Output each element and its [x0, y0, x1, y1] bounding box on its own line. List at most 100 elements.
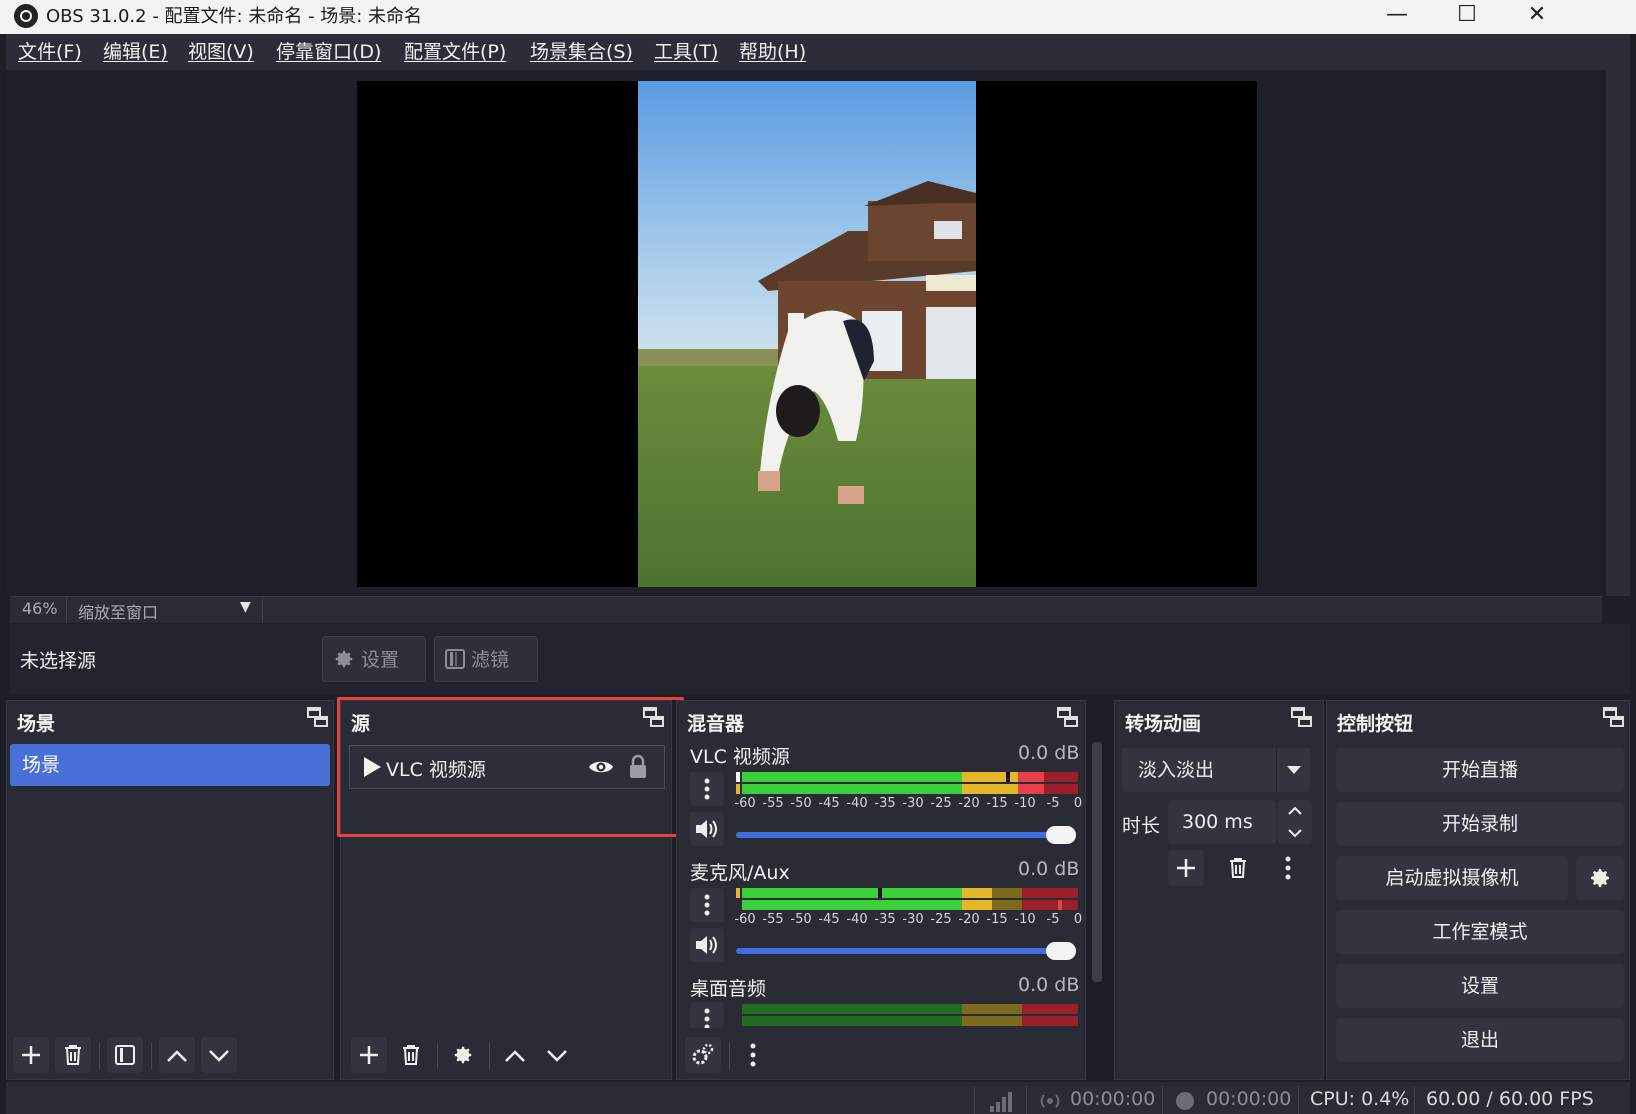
mixer-scrollbar[interactable]: [1092, 742, 1102, 982]
meter-scale: -60 -55 -50 -45 -40 -35 -30 -25 -20 -15 -10 -5 0: [733, 912, 1083, 930]
scenes-title: 场景: [17, 713, 56, 735]
menu-help[interactable]: 帮助(H): [739, 40, 806, 64]
volume-slider[interactable]: [736, 948, 1076, 954]
mixer-menu-button[interactable]: [735, 1037, 771, 1073]
meter-tick-label: -5: [1046, 912, 1060, 927]
channel-menu-button[interactable]: [690, 1002, 724, 1028]
menu-scene-collection[interactable]: 场景集合(S): [530, 40, 633, 64]
obs-logo-icon: [14, 4, 38, 28]
divider: [1298, 1086, 1299, 1114]
audio-meter: [736, 772, 1078, 794]
mixer-toolbar: [677, 1027, 1085, 1079]
menu-view[interactable]: 视图(V): [188, 40, 254, 64]
duration-stepper[interactable]: [1278, 800, 1312, 844]
meter-tick-label: -55: [762, 796, 784, 811]
start-virtual-camera-button[interactable]: 启动虚拟摄像机: [1336, 856, 1568, 900]
volume-slider[interactable]: [736, 832, 1076, 838]
mixer-title: 混音器: [687, 713, 745, 735]
move-scene-down-button[interactable]: [201, 1037, 237, 1073]
source-settings-button[interactable]: 设置: [322, 636, 426, 682]
maximize-button[interactable]: ☐: [1432, 0, 1502, 34]
network-signal-icon: [990, 1092, 1012, 1112]
settings-button[interactable]: 设置: [1336, 964, 1624, 1008]
chevron-down-icon: [1287, 766, 1301, 774]
channel-menu-button[interactable]: [690, 888, 724, 922]
volume-slider-handle[interactable]: [1046, 826, 1076, 844]
gear-icon: [335, 650, 353, 668]
move-source-down-button[interactable]: [539, 1037, 575, 1073]
divider: [729, 1043, 730, 1069]
mute-button[interactable]: [690, 928, 724, 962]
window-title: OBS 31.0.2 - 配置文件: 未命名 - 场景: 未命名: [46, 6, 423, 27]
video-frame: [638, 81, 976, 587]
source-filters-button[interactable]: 滤镜: [434, 636, 538, 682]
chevron-down-icon: [547, 1050, 567, 1062]
source-settings-label: 设置: [361, 649, 400, 671]
exit-button[interactable]: 退出: [1336, 1018, 1624, 1062]
selected-source-label: 未选择源: [20, 650, 97, 672]
scenes-toolbar: [7, 1027, 333, 1079]
zoom-mode-select[interactable]: 缩放至窗口: [78, 599, 158, 623]
close-button[interactable]: ✕: [1502, 0, 1572, 34]
divider: [1026, 1086, 1027, 1114]
add-scene-button[interactable]: [13, 1037, 49, 1073]
menu-docks[interactable]: 停靠窗口(D): [276, 40, 381, 64]
meter-tick-label: -25: [930, 912, 952, 927]
plus-icon: [1177, 859, 1195, 877]
scene-list-item[interactable]: 场景: [10, 744, 330, 786]
trash-icon: [65, 1045, 81, 1065]
mute-button[interactable]: [690, 812, 724, 846]
menu-edit[interactable]: 编辑(E): [103, 40, 168, 64]
volume-slider-handle[interactable]: [1046, 942, 1076, 960]
chevron-down-icon: [209, 1050, 229, 1062]
add-source-button[interactable]: [351, 1037, 387, 1073]
preview-scrollbar[interactable]: [1606, 70, 1630, 596]
float-dock-icon[interactable]: [1057, 707, 1079, 729]
meter-tick-label: -30: [902, 796, 924, 811]
studio-mode-button[interactable]: 工作室模式: [1336, 910, 1624, 954]
remove-scene-button[interactable]: [55, 1037, 91, 1073]
minimize-button[interactable]: —: [1362, 0, 1432, 34]
menu-file[interactable]: 文件(F): [18, 40, 82, 64]
float-dock-icon[interactable]: [1603, 707, 1625, 729]
kebab-icon: [704, 894, 710, 916]
source-properties-button[interactable]: [445, 1037, 481, 1073]
meter-tick-label: -5: [1046, 796, 1060, 811]
filter-icon: [445, 649, 465, 669]
divider: [974, 1086, 975, 1114]
duration-input[interactable]: 300 ms: [1168, 800, 1276, 844]
remove-transition-button[interactable]: [1220, 850, 1256, 886]
remove-source-button[interactable]: [393, 1037, 429, 1073]
highlight-box: [337, 697, 684, 837]
zoom-bar: 46% 缩放至窗口 ▼: [10, 596, 1602, 623]
meter-tick-label: -35: [874, 796, 896, 811]
virtual-camera-settings-button[interactable]: [1576, 856, 1624, 900]
meter-tick-label: -40: [846, 796, 868, 811]
chevron-up-icon[interactable]: [1287, 806, 1303, 816]
move-scene-up-button[interactable]: [159, 1037, 195, 1073]
audio-meter: [736, 888, 1078, 910]
meter-tick-label: -60: [734, 912, 756, 927]
transition-dropdown[interactable]: [1276, 748, 1311, 792]
menu-tools[interactable]: 工具(T): [654, 40, 718, 64]
channel-menu-button[interactable]: [690, 772, 724, 806]
menu-profile[interactable]: 配置文件(P): [404, 40, 506, 64]
transition-menu-button[interactable]: [1270, 850, 1306, 886]
meter-tick-label: -35: [874, 912, 896, 927]
mixer-channel-db: 0.0 dB: [1018, 974, 1080, 996]
chevron-up-icon: [505, 1050, 525, 1062]
float-dock-icon[interactable]: [1291, 707, 1313, 729]
float-dock-icon[interactable]: [307, 707, 329, 729]
start-recording-button[interactable]: 开始录制: [1336, 802, 1624, 846]
chevron-down-icon[interactable]: [1287, 828, 1303, 838]
scene-filters-button[interactable]: [107, 1037, 143, 1073]
move-source-up-button[interactable]: [497, 1037, 533, 1073]
meter-tick-label: -45: [818, 912, 840, 927]
menu-bar: 文件(F) 编辑(E) 视图(V) 停靠窗口(D) 配置文件(P) 场景集合(S…: [6, 34, 1630, 70]
plus-icon: [22, 1046, 40, 1064]
chevron-down-icon[interactable]: ▼: [240, 599, 251, 615]
trash-icon: [1230, 858, 1246, 878]
start-streaming-button[interactable]: 开始直播: [1336, 748, 1624, 792]
advanced-audio-button[interactable]: [685, 1037, 721, 1073]
add-transition-button[interactable]: [1168, 850, 1204, 886]
